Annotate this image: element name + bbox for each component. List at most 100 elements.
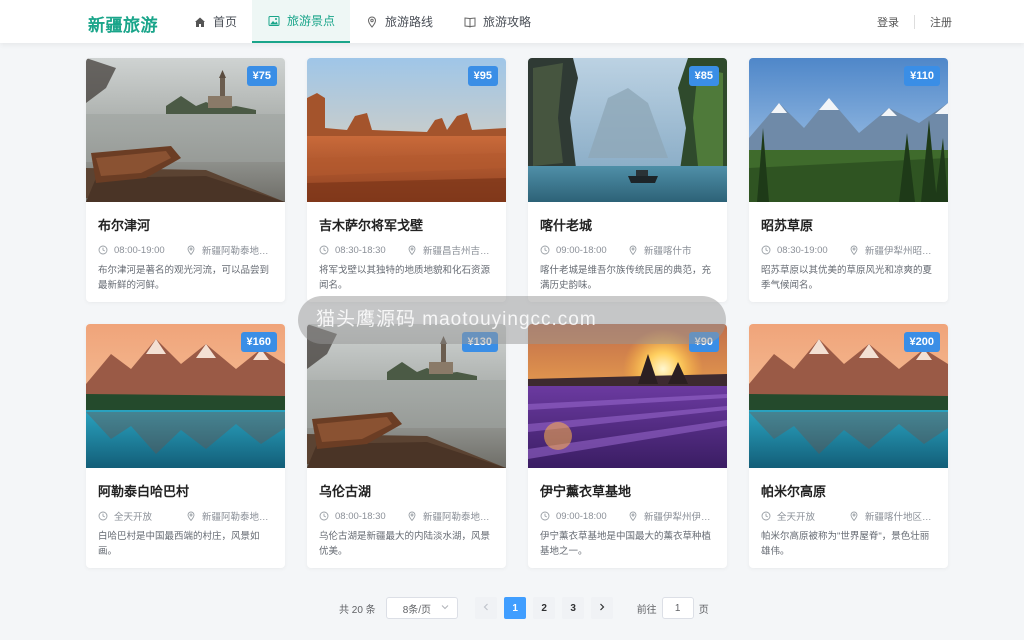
attraction-card[interactable]: ¥130 乌伦古湖 08:00-18:30 新疆阿勒泰地… 乌伦古湖是新疆最大的… [307,324,506,568]
opening-hours: 09:00-18:00 [540,509,628,523]
price-badge: ¥75 [246,66,277,86]
page-button-1[interactable]: 1 [504,597,527,619]
location-pin-icon [628,511,638,521]
attraction-image: ¥200 [749,324,948,468]
attraction-description: 帕米尔高原被称为"世界屋脊"，景色壮丽雄伟。 [761,531,930,557]
nav-item-attractions[interactable]: 旅游景点 [252,0,351,43]
book-icon [463,15,477,29]
opening-hours: 09:00-18:00 [540,243,628,257]
nav-item-guides[interactable]: 旅游攻略 [448,0,546,43]
attraction-image: ¥90 [528,324,727,468]
attraction-title: 喀什老城 [540,218,593,233]
price-badge: ¥160 [240,332,277,352]
attraction-description: 白哈巴村是中国最西端的村庄，风景如画。 [98,531,260,557]
clock-icon [319,511,329,521]
location: 新疆喀什市 [628,243,718,257]
main-nav: 首页 旅游景点 旅游路线 旅游攻略 [178,0,546,43]
price-badge: ¥95 [467,66,498,86]
attraction-card[interactable]: ¥200 帕米尔高原 全天开放 新疆喀什地区… 帕米尔高原被称为"世界屋脊"，景… [749,324,948,568]
price-badge: ¥85 [688,66,719,86]
attraction-card[interactable]: ¥95 吉木萨尔将军戈壁 08:30-18:30 新疆昌吉州吉… 将军戈壁以其独… [307,58,506,302]
location-pin-icon [407,511,417,521]
clock-icon [319,245,329,255]
attraction-card[interactable]: ¥75 布尔津河 08:00-19:00 新疆阿勒泰地… 布尔津河是著名的观光河… [86,58,285,302]
attraction-title: 乌伦古湖 [319,484,372,499]
attraction-meta: 09:00-18:00 新疆伊犁州伊… [540,509,718,523]
register-link[interactable]: 注册 [930,14,952,30]
image-icon [267,14,281,28]
location: 新疆昌吉州吉… [407,243,497,257]
price-badge: ¥200 [903,332,940,352]
nav-label: 旅游景点 [287,14,336,28]
chevron-down-icon [441,603,449,614]
location: 新疆阿勒泰地… [407,509,497,523]
location: 新疆阿勒泰地… [186,509,276,523]
attraction-description: 伊宁薰衣草基地是中国最大的薰衣草种植基地之一。 [540,531,712,557]
attraction-meta: 全天开放 新疆喀什地区… [761,509,939,523]
opening-hours: 08:00-18:30 [319,509,407,523]
opening-hours: 全天开放 [761,509,849,523]
opening-hours: 08:30-19:00 [761,243,849,257]
chevron-right-icon [598,603,606,614]
divider [914,14,915,29]
opening-hours: 全天开放 [98,509,186,523]
site-logo[interactable]: 新疆旅游 [88,11,158,36]
clock-icon [98,245,108,255]
attraction-image: ¥85 [528,58,727,202]
page-button-2[interactable]: 2 [533,597,556,619]
attraction-description: 乌伦古湖是新疆最大的内陆淡水湖，风景优美。 [319,531,491,557]
attraction-title: 布尔津河 [98,218,151,233]
location-pin-icon [628,245,638,255]
attraction-description: 布尔津河是著名的观光河流，可以品尝到最新鲜的河鲜。 [98,265,270,291]
location: 新疆伊犁州伊… [628,509,718,523]
next-page-button[interactable] [591,597,614,619]
clock-icon [761,511,771,521]
auth-links: 登录 注册 [877,0,952,43]
nav-label: 首页 [213,15,238,29]
location: 新疆伊犁州昭… [849,243,939,257]
attraction-description: 喀什老城是维吾尔族传统民居的典范，充满历史韵味。 [540,265,712,291]
total-count: 共 20 条 [339,604,376,616]
prev-page-button[interactable] [475,597,498,619]
attraction-meta: 08:30-19:00 新疆伊犁州昭… [761,243,939,257]
location: 新疆喀什地区… [849,509,939,523]
nav-item-routes[interactable]: 旅游路线 [350,0,448,43]
location: 新疆阿勒泰地… [186,243,276,257]
attraction-description: 昭苏草原以其优美的草原风光和凉爽的夏季气候闻名。 [761,265,933,291]
location-pin-icon [849,245,859,255]
opening-hours: 08:30-18:30 [319,243,407,257]
nav-label: 旅游路线 [385,15,434,29]
attraction-meta: 09:00-18:00 新疆喀什市 [540,243,718,257]
attraction-card[interactable]: ¥85 喀什老城 09:00-18:00 新疆喀什市 喀什老城是维吾尔族传统民居… [528,58,727,302]
location-pin-icon [407,245,417,255]
attraction-title: 昭苏草原 [761,218,814,233]
page-size-select[interactable]: 8条/页 [385,597,458,619]
opening-hours: 08:00-19:00 [98,243,186,257]
location-pin-icon [186,511,196,521]
page-button-3[interactable]: 3 [562,597,585,619]
attraction-title: 伊宁薰衣草基地 [540,484,632,499]
attraction-meta: 08:00-19:00 新疆阿勒泰地… [98,243,276,257]
home-icon [193,15,207,29]
goto-page: 前往 页 [637,597,709,619]
pagination: 共 20 条 8条/页 1 2 3 前往 页 [339,597,709,619]
nav-label: 旅游攻略 [483,15,532,29]
attraction-title: 帕米尔高原 [761,484,827,499]
attraction-image: ¥160 [86,324,285,468]
nav-item-home[interactable]: 首页 [178,0,252,43]
clock-icon [540,245,550,255]
clock-icon [761,245,771,255]
location-pin-icon [365,15,379,29]
goto-page-input[interactable] [661,597,694,619]
attraction-card[interactable]: ¥110 昭苏草原 08:30-19:00 新疆伊犁州昭… 昭苏草原以其优美的草… [749,58,948,302]
attraction-meta: 08:30-18:30 新疆昌吉州吉… [319,243,497,257]
watermark: 猫头鹰源码 maotouyingcc.com [298,296,726,344]
attraction-meta: 08:00-18:30 新疆阿勒泰地… [319,509,497,523]
page-unit-label: 页 [698,604,709,616]
attraction-card[interactable]: ¥160 阿勒泰白哈巴村 全天开放 新疆阿勒泰地… 白哈巴村是中国最西端的村庄，… [86,324,285,568]
attraction-card[interactable]: ¥90 伊宁薰衣草基地 09:00-18:00 新疆伊犁州伊… 伊宁薰衣草基地是… [528,324,727,568]
login-link[interactable]: 登录 [877,14,899,30]
clock-icon [540,511,550,521]
price-badge: ¥110 [904,66,940,86]
location-pin-icon [186,245,196,255]
